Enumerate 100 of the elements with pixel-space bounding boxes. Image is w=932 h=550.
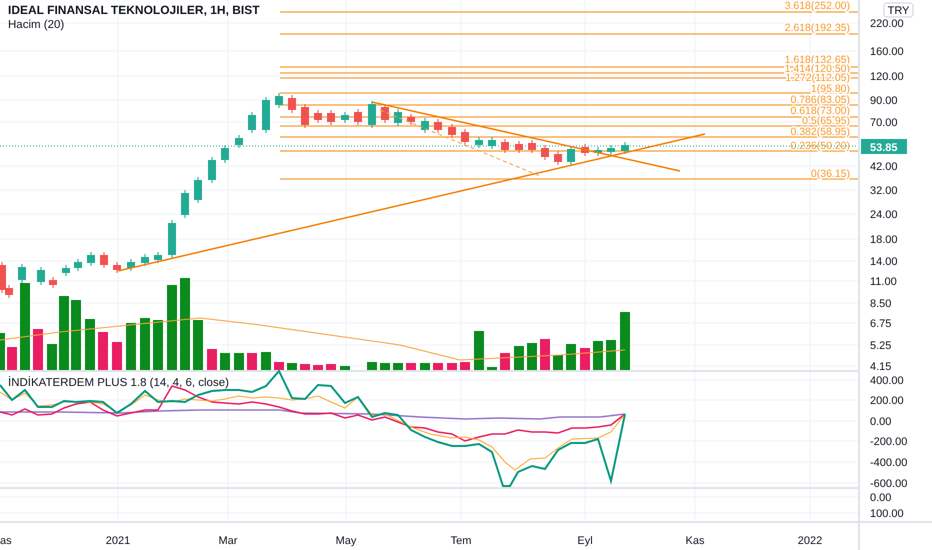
indicator-axis-label: 400.00 — [870, 375, 904, 387]
time-axis-label: 2022 — [798, 535, 822, 547]
volume-bar — [580, 348, 590, 370]
volume-bar — [247, 353, 257, 370]
indicator-axis-label: -200.00 — [870, 436, 908, 448]
price-axis-label: 4.15 — [870, 361, 892, 373]
candlestick — [341, 112, 349, 124]
candlestick — [221, 144, 229, 164]
volume-bar — [47, 344, 57, 370]
price-badge: 53.85 — [861, 139, 907, 154]
candlestick — [475, 136, 483, 148]
candlestick — [248, 112, 256, 134]
candlestick — [275, 92, 283, 108]
fib-level-label: 0(36.15) — [810, 168, 850, 180]
price-axis-label: 70.00 — [870, 117, 898, 129]
candlestick — [554, 150, 562, 166]
volume-bar — [220, 353, 230, 370]
volume-bar — [140, 318, 150, 370]
lower-axis-label: 0.00 — [870, 492, 892, 504]
chart-title: IDEAL FINANSAL TEKNOLOJILER, 1H, BIST — [8, 3, 260, 17]
volume-bar — [98, 332, 108, 370]
volume-bar — [500, 353, 510, 370]
candlestick — [607, 144, 615, 156]
candlestick — [168, 220, 176, 258]
candlestick — [301, 104, 309, 128]
price-axis-label: 8.50 — [870, 298, 892, 310]
volume-bar — [553, 355, 563, 370]
volume-bar — [487, 367, 497, 370]
volume-bar — [606, 340, 616, 370]
volume-bar — [460, 362, 470, 370]
volume-bar — [153, 320, 163, 370]
indicator-title: İNDİKATERDEM PLUS 1.8 (14, 4, 6, close) — [8, 377, 229, 389]
indicator-axis-label: 200.00 — [870, 395, 904, 407]
candlestick — [62, 264, 70, 276]
volume-bar — [474, 331, 484, 370]
fib-level-label: 2.618(192.35) — [784, 22, 850, 34]
candlestick — [421, 118, 429, 134]
volume-bar — [326, 364, 336, 370]
indicator-axis-label: 0.00 — [870, 416, 892, 428]
fib-level-label: 0.382(58.95) — [790, 126, 850, 138]
candlestick — [515, 140, 523, 154]
price-axis-label: 90.00 — [870, 95, 898, 107]
volume-bar — [71, 300, 81, 370]
candlestick — [181, 190, 189, 218]
candlestick — [18, 264, 26, 284]
candlestick — [368, 100, 376, 128]
candlestick — [154, 252, 162, 264]
price-axis-label: 5.25 — [870, 340, 892, 352]
fib-level-label: 1(95.80) — [810, 83, 850, 95]
price-axis-label: 32.00 — [870, 185, 898, 197]
volume-bar — [393, 363, 403, 370]
volume-bar — [7, 347, 17, 370]
fib-level-label: 3.618(252.00) — [784, 0, 850, 12]
candlestick — [127, 258, 135, 272]
indicator-axis-label: -600.00 — [870, 478, 908, 490]
candlestick — [314, 110, 322, 124]
time-axis-label: Mar — [218, 535, 238, 547]
candlestick — [567, 146, 575, 166]
price-axis-label: 11.00 — [870, 276, 897, 288]
volume-bar — [514, 346, 524, 370]
candlestick — [100, 252, 108, 268]
volume-bar — [433, 363, 443, 370]
candlestick — [541, 144, 549, 160]
price-axis-label: 6.75 — [870, 318, 892, 330]
candlestick — [461, 128, 469, 146]
price-axis-label: 160.00 — [870, 46, 904, 58]
volume-bar — [313, 365, 323, 370]
candlestick — [327, 110, 335, 126]
volume-bar — [447, 363, 457, 370]
volume-bar — [620, 312, 630, 370]
volume-bar — [527, 343, 537, 370]
volume-bar — [380, 363, 390, 370]
volume-bar — [274, 362, 284, 370]
volume-bar — [234, 353, 244, 370]
candlestick — [394, 108, 402, 126]
time-axis-label: May — [336, 535, 356, 547]
volume-bar — [406, 363, 416, 370]
candlestick — [141, 254, 149, 266]
candlestick — [528, 140, 536, 154]
volume-bar — [0, 333, 5, 370]
candlestick — [594, 146, 602, 156]
candlestick — [49, 276, 57, 288]
volume-bar — [126, 323, 136, 370]
candlestick — [488, 136, 496, 150]
time-axis-label: Kas — [686, 535, 704, 547]
volume-bar — [287, 363, 297, 370]
candlestick — [74, 258, 82, 272]
volume-bar — [593, 341, 603, 370]
volume-bar — [540, 339, 550, 370]
currency-button[interactable]: TRY — [884, 2, 914, 18]
candlestick — [354, 108, 362, 126]
volume-bar — [33, 329, 43, 370]
volume-bar — [340, 366, 350, 370]
candlestick — [407, 114, 415, 126]
time-axis-label: 2021 — [106, 535, 130, 547]
candlestick — [87, 252, 95, 266]
volume-bar — [367, 362, 377, 370]
time-axis-label: Eyl — [577, 535, 593, 547]
candlestick — [208, 156, 216, 184]
volume-bar — [300, 364, 310, 370]
